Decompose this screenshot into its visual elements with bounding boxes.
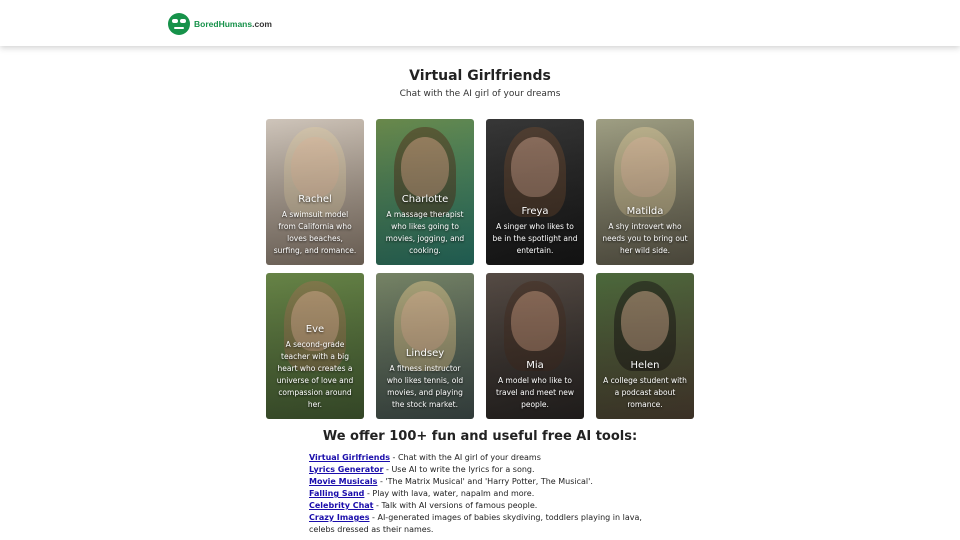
tool-description: - Play with lava, water, napalm and more… [364,489,535,498]
list-item: Movie Musicals - 'The Matrix Musical' an… [309,476,669,488]
tool-link[interactable]: Crazy Images [309,513,370,522]
list-item: Lyrics Generator - Use AI to write the l… [309,464,669,476]
list-item: Celebrity Chat - Talk with AI versions o… [309,500,669,512]
girlfriend-card-mia[interactable]: Mia A model who like to travel and meet n… [486,273,584,419]
site-header: BoredHumans.com [0,0,960,46]
list-item: Falling Sand - Play with lava, water, na… [309,488,669,500]
girlfriend-card-matilda[interactable]: Matilda A shy introvert who needs you to … [596,119,694,265]
card-description: A singer who likes to be in the spotligh… [492,222,578,255]
tool-link[interactable]: Movie Musicals [309,477,377,486]
tools-heading: We offer 100+ fun and useful free AI too… [322,429,638,444]
tool-description: - 'The Matrix Musical' and 'Harry Potter… [377,477,593,486]
girlfriend-card-lindsey[interactable]: Lindsey A fitness instructor who likes te… [376,273,474,419]
tool-link[interactable]: Virtual Girlfriends [309,453,390,462]
girlfriend-card-helen[interactable]: Helen A college student with a podcast ab… [596,273,694,419]
tool-description: - Chat with the AI girl of your dreams [389,453,541,462]
card-name: Freya [521,206,549,217]
card-description: A shy introvert who needs you to bring o… [602,222,688,255]
girlfriend-card-eve[interactable]: Eve A second-grade teacher with a big hea… [266,273,364,419]
girlfriend-card-rachel[interactable]: Rachel A swimsuit model from California w… [266,119,364,265]
card-description: A model who like to travel and meet new … [496,376,574,409]
card-name: Eve [305,324,325,335]
tool-description: - Use AI to write the lyrics for a song. [383,465,535,474]
card-description: A swimsuit model from California who lov… [273,210,357,255]
logo-text: BoredHumans.com [194,19,272,29]
girlfriend-card-freya[interactable]: Freya A singer who likes to be in the spo… [486,119,584,265]
card-name: Matilda [626,206,664,217]
card-description: A college student with a podcast about r… [603,376,687,409]
list-item: Virtual Girlfriends - Chat with the AI g… [309,452,669,464]
page-title: Virtual Girlfriends [409,68,551,84]
logo-link[interactable]: BoredHumans.com [168,13,272,35]
card-name: Lindsey [405,348,445,359]
tools-list: Virtual Girlfriends - Chat with the AI g… [309,452,669,536]
card-description: A second-grade teacher with a big heart … [276,340,354,409]
tool-link[interactable]: Falling Sand [309,489,364,498]
list-item: Crazy Images - AI-generated images of ba… [309,512,669,536]
card-name: Charlotte [401,194,449,205]
page-subtitle: Chat with the AI girl of your dreams [399,89,561,99]
tool-description: - Talk with AI versions of famous people… [373,501,538,510]
tool-link[interactable]: Lyrics Generator [309,465,383,474]
card-name: Helen [630,360,660,371]
bored-face-icon [168,13,190,35]
card-description: A massage therapist who likes going to m… [385,210,465,255]
girlfriend-card-charlotte[interactable]: Charlotte A massage therapist who likes g… [376,119,474,265]
card-name: Rachel [298,194,332,205]
tool-link[interactable]: Celebrity Chat [309,501,374,510]
card-name: Mia [526,360,544,371]
card-description: A fitness instructor who likes tennis, o… [386,364,464,409]
